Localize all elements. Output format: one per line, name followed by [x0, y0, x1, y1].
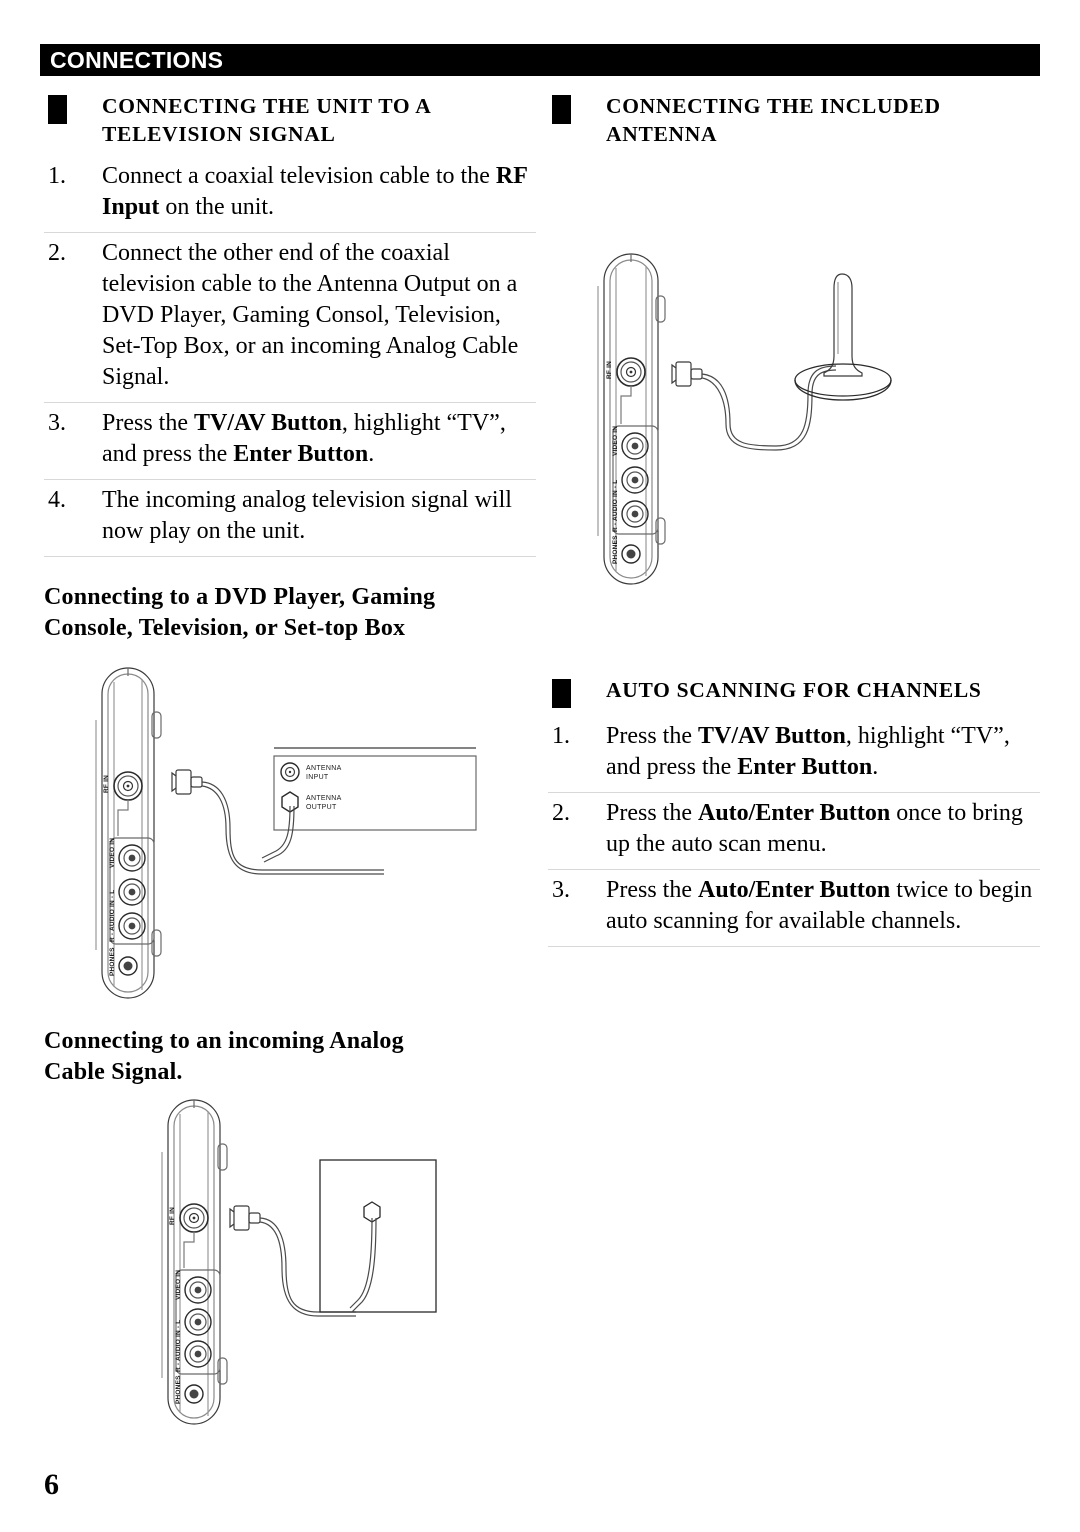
plain-text: . [368, 441, 375, 467]
square-bullet-icon [48, 95, 67, 124]
step-item: 1. Connect a coaxial television cable to … [44, 156, 536, 232]
figure-connecting-dvd-player: RF IN VIDEO IN R - AUDIO IN - L PHONES A… [84, 660, 484, 1010]
label-audio-in: R - AUDIO IN - L [109, 890, 116, 942]
plain-text: . [872, 754, 879, 780]
emphasis-text: TV/AV Button [194, 410, 342, 436]
plain-text: Connect the other end of the coaxial tel… [102, 240, 519, 390]
step-number: 2. [48, 240, 66, 266]
label-video-in: VIDEO IN [175, 1270, 182, 1300]
step-number: 4. [48, 487, 66, 513]
plain-text: Press the [606, 877, 698, 903]
heading-line-2: ANTENNA [606, 122, 718, 146]
subheading-cable-line-2: Cable Signal. [44, 1059, 183, 1085]
heading-auto-scanning: AUTO SCANNING FOR CHANNELS [548, 676, 1040, 708]
heading-connecting-unit-to-tv: CONNECTING THE UNIT TO A TELEVISION SIGN… [44, 92, 536, 148]
label-video-in: VIDEO IN [612, 426, 619, 456]
label-rf-in: RF IN [103, 775, 110, 793]
label-video-in: VIDEO IN [109, 838, 116, 868]
step-number: 2. [552, 800, 570, 826]
page-number: 6 [44, 1468, 59, 1501]
step-text: The incoming analog television signal wi… [102, 485, 536, 547]
step-item: 2. Press the Auto/Enter Button once to br… [548, 792, 1040, 869]
plain-text: The incoming analog television signal wi… [102, 487, 512, 544]
step-item: 1. Press the TV/AV Button, highlight “TV”… [548, 716, 1040, 792]
emphasis-text: Auto/Enter Button [698, 800, 891, 826]
label-rf-in: RF IN [606, 361, 613, 379]
emphasis-text: Enter Button [233, 441, 369, 467]
manual-page: CONNECTIONS CONNECTING THE UNIT TO A TEL… [0, 0, 1080, 1532]
step-number: 1. [552, 723, 570, 749]
step-number: 1. [48, 163, 66, 189]
subheading-cable-line-1: Connecting to an incoming Analog [44, 1028, 404, 1054]
step-text: Connect a coaxial television cable to th… [102, 161, 536, 223]
label-antenna-input-line1: ANTENNA [306, 765, 342, 772]
emphasis-text: Enter Button [737, 754, 873, 780]
section-header-bar: CONNECTIONS [40, 44, 1040, 76]
label-phones: PHONES [109, 947, 116, 976]
label-phones: PHONES [175, 1375, 182, 1404]
heading-line-2: TELEVISION SIGNAL [102, 122, 336, 146]
label-antenna-output-line1: ANTENNA [306, 795, 342, 802]
plain-text: on the unit. [159, 194, 275, 220]
step-number: 3. [552, 877, 570, 903]
emphasis-text: Auto/Enter Button [698, 877, 891, 903]
right-column: CONNECTING THE INCLUDED ANTENNA [548, 92, 1040, 156]
step-text: Press the Auto/Enter Button once to brin… [606, 798, 1040, 860]
section-auto-scanning: AUTO SCANNING FOR CHANNELS 1. Press the T… [548, 676, 1040, 947]
subheading-analog-cable: Connecting to an incoming Analog Cable S… [44, 1026, 524, 1088]
steps-list-auto-scanning: 1. Press the TV/AV Button, highlight “TV”… [548, 716, 1040, 947]
label-antenna-output-line2: OUTPUT [306, 804, 337, 811]
step-item: 3. Press the TV/AV Button, highlight “TV”… [44, 402, 536, 479]
figure-connecting-analog-cable: RF IN VIDEO IN R - AUDIO IN - L PHONES [150, 1092, 450, 1432]
plain-text: Press the [606, 800, 698, 826]
dvd-connection-illustration: RF IN VIDEO IN R - AUDIO IN - L PHONES A… [95, 667, 477, 999]
subheading-dvd-line-1: Connecting to a DVD Player, Gaming [44, 584, 436, 610]
heading-line-1: CONNECTING THE INCLUDED [606, 94, 941, 118]
subheading-dvd-player: Connecting to a DVD Player, Gaming Conso… [44, 582, 524, 644]
label-phones: PHONES [612, 535, 619, 564]
step-text: Press the Auto/Enter Button twice to beg… [606, 875, 1040, 937]
subheading-dvd-line-2: Console, Television, or Set-top Box [44, 615, 406, 641]
step-text: Press the TV/AV Button, highlight “TV”, … [102, 408, 536, 470]
label-antenna-input-line2: INPUT [306, 774, 329, 781]
step-text: Press the TV/AV Button, highlight “TV”, … [606, 721, 1040, 783]
step-number: 3. [48, 410, 66, 436]
square-bullet-icon [552, 95, 571, 124]
page-title: CONNECTIONS [50, 46, 224, 73]
square-bullet-icon [552, 679, 571, 708]
step-item: 3. Press the Auto/Enter Button twice to b… [548, 869, 1040, 947]
plain-text: Press the [606, 723, 698, 749]
plain-text: Connect a coaxial television cable to th… [102, 163, 496, 189]
heading-connecting-included-antenna: CONNECTING THE INCLUDED ANTENNA [548, 92, 1040, 148]
steps-list-television-signal: 1. Connect a coaxial television cable to … [44, 156, 536, 557]
step-item: 4. The incoming analog television signal … [44, 479, 536, 557]
label-audio-in: R - AUDIO IN - L [175, 1320, 182, 1372]
antenna-connection-illustration: RF IN VIDEO IN R - AUDIO IN - L PHONES [597, 253, 892, 585]
step-item: 2. Connect the other end of the coaxial t… [44, 232, 536, 402]
figure-connecting-included-antenna: RF IN VIDEO IN R - AUDIO IN - L PHONES [586, 244, 1006, 594]
heading-line-1: CONNECTING THE UNIT TO A [102, 94, 432, 118]
plain-text: Press the [102, 410, 194, 436]
analog-cable-illustration: RF IN VIDEO IN R - AUDIO IN - L PHONES [161, 1099, 437, 1425]
emphasis-text: TV/AV Button [698, 723, 846, 749]
heading-line-1: AUTO SCANNING FOR CHANNELS [606, 678, 982, 702]
label-audio-in: R - AUDIO IN - L [612, 480, 619, 532]
label-rf-in: RF IN [169, 1207, 176, 1225]
step-text: Connect the other end of the coaxial tel… [102, 238, 536, 393]
left-column: CONNECTING THE UNIT TO A TELEVISION SIGN… [44, 92, 536, 557]
